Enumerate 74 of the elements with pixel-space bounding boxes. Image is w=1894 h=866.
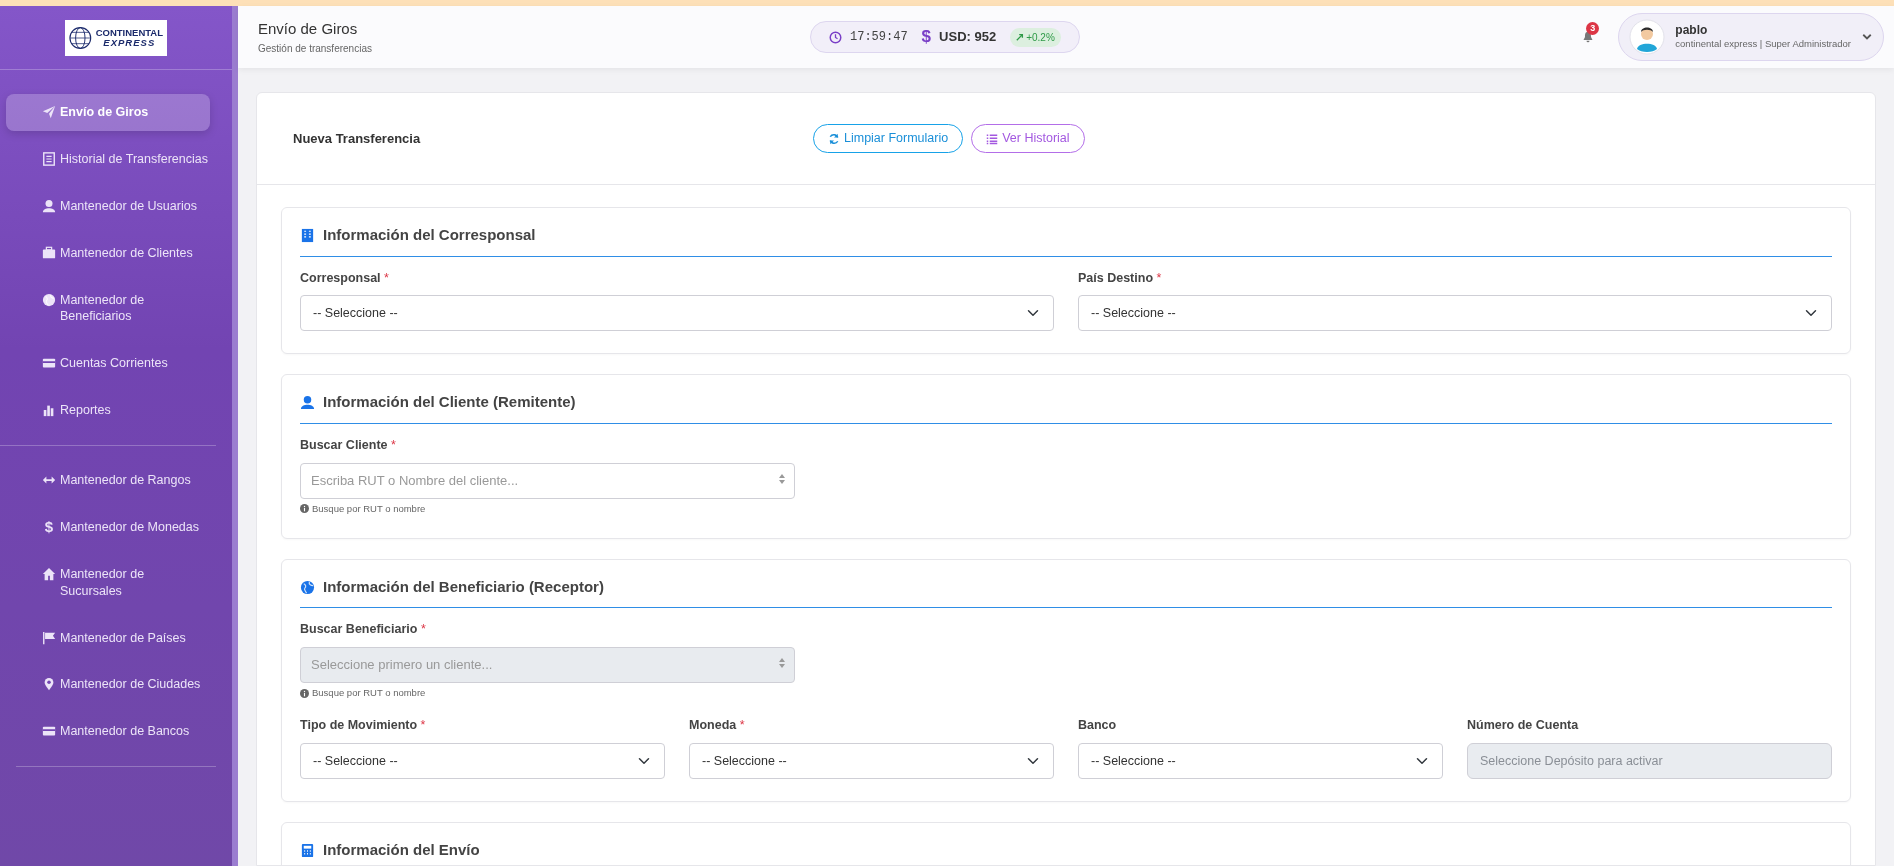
- list-icon: [42, 151, 56, 166]
- sidebar-item[interactable]: Mantenedor de Beneficiarios: [6, 281, 210, 336]
- flag-icon: [42, 630, 56, 645]
- trend-up-icon: [1016, 33, 1025, 41]
- exchange-rate: USD: 952: [939, 28, 997, 47]
- sidebar-item[interactable]: Mantenedor de Usuarios: [6, 187, 210, 225]
- section-title: Información del Envío: [323, 840, 480, 860]
- search-field[interactable]: Escriba RUT o Nombre del cliente...: [300, 462, 795, 499]
- select-field[interactable]: -- Seleccione --: [300, 743, 665, 779]
- history-button[interactable]: Ver Historial: [971, 124, 1085, 153]
- currency-icon: $: [921, 24, 932, 50]
- sidebar-item[interactable]: Mantenedor de Clientes: [6, 234, 210, 272]
- notification-badge: 3: [1586, 22, 1600, 35]
- calculator-icon: [300, 842, 315, 858]
- section-title: Información del Cliente (Remitente): [323, 392, 576, 413]
- house-icon: [42, 566, 56, 581]
- page-subtitle: Gestión de transferencias: [258, 41, 373, 56]
- select-field[interactable]: -- Seleccione --: [300, 295, 1054, 332]
- briefcase-icon: [42, 245, 56, 260]
- info-icon: [300, 688, 309, 698]
- avatar-icon: [1629, 19, 1666, 55]
- globe-icon: [42, 292, 56, 307]
- field-label: País Destino *: [1078, 269, 1163, 287]
- sidebar-item[interactable]: Mantenedor de Países: [16, 619, 216, 657]
- help-text: Busque por RUT o nombre: [312, 501, 426, 516]
- sidebar-item[interactable]: Mantenedor de Sucursales: [16, 555, 216, 610]
- help-text: Busque por RUT o nombre: [312, 686, 426, 700]
- logo-text: CONTINENTAL: [95, 28, 163, 38]
- field-label: Buscar Cliente *: [300, 436, 397, 454]
- field-label: Buscar Beneficiario *: [300, 621, 427, 639]
- sidebar-item[interactable]: Mantenedor de Bancos: [16, 713, 216, 751]
- user-menu[interactable]: pablo continental express | Super Administrador: [1618, 13, 1884, 61]
- user-icon: [300, 395, 315, 410]
- list-icon: [986, 132, 999, 145]
- sidebar-item[interactable]: Mantenedor de Rangos: [16, 462, 216, 499]
- map-pin-icon: [42, 677, 56, 692]
- sidebar-item[interactable]: Cuentas Corrientes: [6, 345, 210, 383]
- sidebar-item[interactable]: Historial de Transferencias: [6, 140, 210, 178]
- logo-text: EXPRESS: [102, 37, 157, 47]
- select-field[interactable]: -- Seleccione --: [689, 743, 1054, 779]
- field-label: Banco: [1078, 717, 1118, 735]
- globe-icon: [300, 579, 315, 595]
- sidebar-item[interactable]: $ Mantenedor de Monedas: [16, 508, 216, 546]
- select-field[interactable]: -- Seleccione --: [1078, 295, 1832, 332]
- globe-emblem-icon: [69, 25, 92, 50]
- field-label: Tipo de Movimiento *: [300, 717, 427, 735]
- sidebar-item[interactable]: Mantenedor de Ciudades: [16, 666, 216, 704]
- building-icon: [300, 227, 315, 243]
- paper-plane-icon: [42, 105, 56, 119]
- clock-icon: [829, 30, 842, 44]
- section-title: Información del Beneficiario (Receptor): [323, 576, 604, 597]
- user-name: pablo: [1675, 22, 1709, 38]
- field-label: Moneda *: [689, 717, 746, 735]
- input-field: Seleccione Depósito para activar: [1467, 743, 1832, 779]
- form-title: Nueva Transferencia: [293, 129, 422, 148]
- field-label: Corresponsal *: [300, 269, 390, 287]
- dollar-icon: $: [42, 518, 56, 534]
- field-label: Número de Cuenta: [1467, 717, 1580, 735]
- sidebar-item[interactable]: Envío de Giros: [6, 94, 210, 131]
- clock-time: 17:59:47: [850, 29, 908, 46]
- search-field: Seleccione primero un cliente...: [300, 647, 795, 683]
- info-icon: [300, 504, 309, 514]
- sort-arrows-icon: [777, 472, 786, 485]
- sidebar-item[interactable]: Reportes: [6, 392, 210, 429]
- user-role: continental express | Super Administrador: [1675, 37, 1851, 52]
- section-title: Información del Corresponsal: [323, 225, 536, 245]
- select-field[interactable]: -- Seleccione --: [1078, 743, 1443, 779]
- page-title: Envío de Giros: [258, 19, 359, 40]
- bar-chart-icon: [42, 403, 56, 418]
- change-badge: +0.2%: [1010, 27, 1061, 47]
- sort-arrows-icon: [777, 657, 786, 669]
- user-icon: [42, 198, 56, 213]
- refresh-icon: [828, 132, 840, 145]
- clear-button[interactable]: Limpiar Formulario: [813, 124, 964, 153]
